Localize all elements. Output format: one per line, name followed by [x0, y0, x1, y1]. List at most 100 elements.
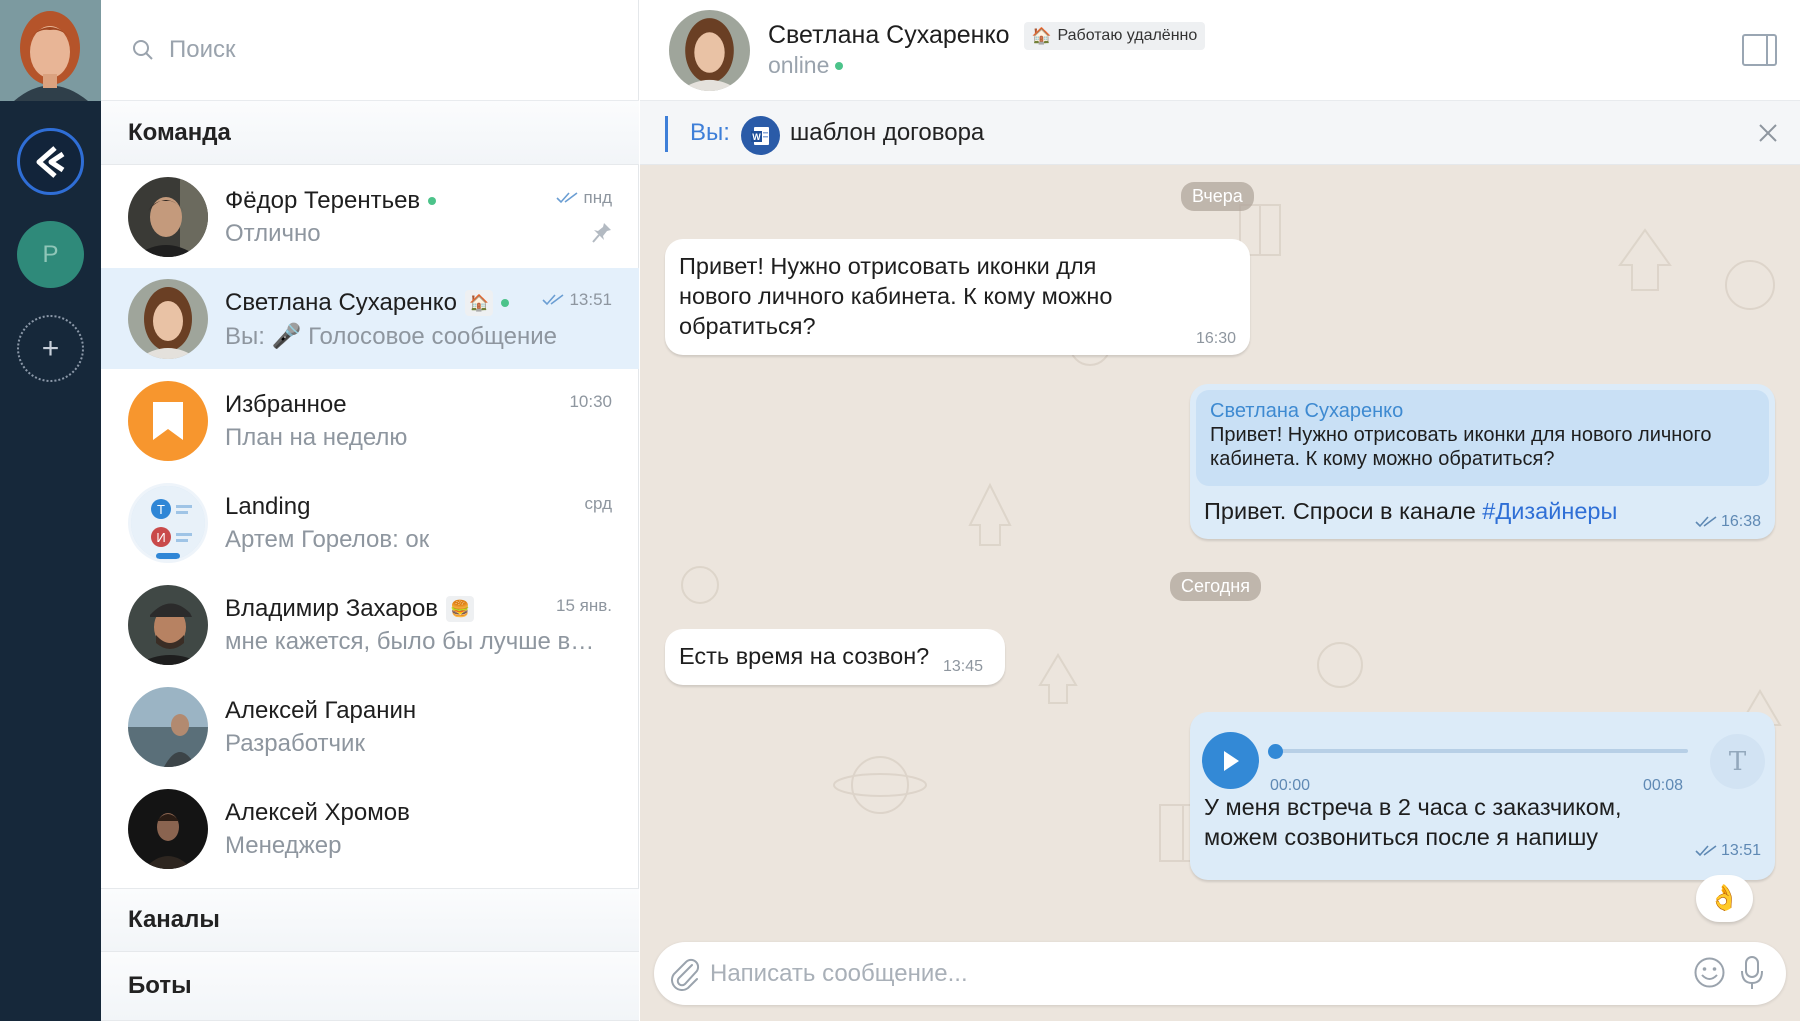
- double-check-icon: [1695, 516, 1717, 528]
- chat-preview: Менеджер: [225, 832, 342, 859]
- online-indicator: [500, 299, 509, 307]
- play-icon: [1223, 750, 1239, 771]
- workspace-logo-button[interactable]: [17, 128, 84, 195]
- contact-name[interactable]: Светлана Сухаренко 🏠 Работаю удалённо: [768, 21, 1206, 50]
- message-time: 16:30: [1195, 330, 1236, 347]
- side-panel-toggle-icon[interactable]: [1742, 34, 1777, 66]
- pinned-message-bar[interactable]: Вы: W шаблон договора: [640, 101, 1800, 165]
- chat-time: 10:30: [569, 392, 612, 411]
- quote-text: Привет! Нужно отрисовать иконки для ново…: [1210, 424, 1712, 470]
- chat-preview: Разработчик: [225, 730, 365, 757]
- group-avatar: Т И: [128, 483, 208, 563]
- message-input[interactable]: [710, 942, 1570, 1005]
- bookmark-avatar-icon: [128, 381, 208, 461]
- chat-item-svetlana[interactable]: Светлана Сухаренко 🏠 Вы: 🎤 Голосовое сооб…: [101, 268, 639, 369]
- avatar: [128, 279, 208, 359]
- date-divider-today: Сегодня: [1170, 572, 1261, 601]
- double-check-icon: [542, 294, 564, 306]
- message-text: Привет! Нужно отрисовать иконки для ново…: [679, 253, 1113, 339]
- chat-time: срд: [584, 494, 612, 513]
- word-document-icon: W: [741, 116, 780, 155]
- play-button[interactable]: [1202, 732, 1259, 789]
- double-check-icon: [556, 192, 578, 204]
- svg-text:W: W: [752, 132, 761, 142]
- section-channels[interactable]: Каналы: [101, 888, 639, 952]
- message-composer: [654, 942, 1786, 1005]
- chat-preview: Артем Горелов: ок: [225, 526, 430, 553]
- chat-time: 13:51: [542, 290, 612, 310]
- chat-preview: мне кажется, было бы лучше в…: [225, 628, 595, 655]
- workspace-letter: P: [42, 240, 59, 268]
- search-bar[interactable]: Поиск: [101, 0, 639, 101]
- message-time: 13:45: [943, 658, 984, 675]
- avatar: [128, 789, 208, 869]
- chat-name: Владимир Захаров 🍔: [225, 595, 475, 623]
- chat-item-fedor[interactable]: Фёдор Терентьев Отлично пнд: [101, 166, 639, 267]
- chat-item-aleksey-khromov[interactable]: Алексей Хромов Менеджер: [101, 778, 639, 879]
- message-incoming[interactable]: Привет! Нужно отрисовать иконки для ново…: [665, 239, 1250, 355]
- section-channels-label: Каналы: [128, 906, 220, 933]
- search-icon: [133, 40, 153, 60]
- svg-text:И: И: [156, 530, 165, 545]
- chat-name: Алексей Гаранин: [225, 697, 417, 724]
- status-emoji: 🏠: [464, 290, 493, 316]
- reaction-ok-hand[interactable]: 👌: [1696, 875, 1753, 922]
- reply-quote[interactable]: Светлана Сухаренко Привет! Нужно отрисов…: [1196, 390, 1769, 486]
- chat-item-landing[interactable]: Т И Landing Артем Горелов: ок срд: [101, 472, 639, 573]
- message-text: Привет. Спроси в канале #Дизайнеры: [1204, 498, 1618, 524]
- attach-paperclip-icon[interactable]: [669, 957, 701, 991]
- chat-panel: Светлана Сухаренко 🏠 Работаю удалённо on…: [640, 0, 1800, 1021]
- date-divider-yesterday: Вчера: [1181, 182, 1254, 211]
- chat-name: Избранное: [225, 391, 347, 418]
- microphone-icon[interactable]: [1740, 955, 1764, 991]
- message-incoming[interactable]: Есть время на созвон? 13:45: [665, 629, 1005, 685]
- message-outgoing-reply[interactable]: Светлана Сухаренко Привет! Нужно отрисов…: [1190, 384, 1775, 539]
- online-indicator: [835, 61, 844, 70]
- close-icon[interactable]: [1758, 123, 1778, 143]
- channel-hashtag-link[interactable]: #Дизайнеры: [1482, 498, 1617, 524]
- chat-item-aleksey-garanin[interactable]: Алексей Гаранин Разработчик: [101, 676, 639, 777]
- transcribe-button[interactable]: T: [1710, 734, 1765, 789]
- status-emoji: 🍔: [446, 596, 475, 622]
- pin-icon: [592, 223, 611, 243]
- voice-progress-handle[interactable]: [1268, 744, 1283, 759]
- chat-name: Фёдор Терентьев: [225, 187, 437, 215]
- chat-preview: Отлично: [225, 220, 321, 247]
- home-emoji-icon: 🏠: [1031, 27, 1052, 45]
- emoji-icon[interactable]: [1693, 956, 1726, 989]
- my-avatar[interactable]: [0, 0, 101, 101]
- message-text: У меня встреча в 2 часа с заказчиком, мо…: [1204, 794, 1622, 850]
- status-chip: 🏠 Работаю удалённо: [1023, 21, 1206, 50]
- chat-preview: Вы: 🎤 Голосовое сообщение: [225, 323, 557, 350]
- message-time: 13:51: [1695, 836, 1761, 866]
- online-indicator: [428, 197, 437, 205]
- section-bots[interactable]: Боты: [101, 952, 639, 1021]
- add-workspace-button[interactable]: +: [17, 315, 84, 382]
- avatar: [128, 687, 208, 767]
- search-placeholder: Поиск: [169, 36, 236, 63]
- chat-item-vladimir[interactable]: Владимир Захаров 🍔 мне кажется, было бы л…: [101, 574, 639, 675]
- chat-time: пнд: [556, 188, 612, 208]
- quote-author: Светлана Сухаренко: [1210, 400, 1404, 422]
- section-team[interactable]: Команда: [101, 101, 639, 165]
- composer-area: [640, 941, 1800, 1021]
- workspace-p-button[interactable]: P: [17, 221, 84, 288]
- contact-avatar[interactable]: [669, 10, 750, 91]
- double-check-icon: [1695, 845, 1717, 857]
- chat-item-favorites[interactable]: Избранное План на неделю 10:30: [101, 370, 639, 471]
- plus-icon: +: [41, 331, 60, 365]
- chat-name: Landing: [225, 493, 311, 520]
- section-bots-label: Боты: [128, 972, 192, 999]
- pinned-text: шаблон договора: [790, 118, 985, 146]
- chat-name: Алексей Хромов: [225, 799, 410, 826]
- message-outgoing-voice[interactable]: 00:00 00:08 T У меня встреча в 2 часа с …: [1190, 712, 1775, 880]
- chat-header: Светлана Сухаренко 🏠 Работаю удалённо on…: [640, 0, 1800, 101]
- avatar: [128, 177, 208, 257]
- message-area[interactable]: Вчера Привет! Нужно отрисовать иконки дл…: [640, 165, 1800, 941]
- message-text: Есть время на созвон?: [679, 643, 930, 669]
- avatar: [128, 585, 208, 665]
- svg-text:Т: Т: [157, 502, 165, 517]
- section-team-label: Команда: [128, 118, 231, 146]
- workspace-rail: P +: [0, 0, 101, 1021]
- voice-progress-track[interactable]: [1270, 749, 1688, 753]
